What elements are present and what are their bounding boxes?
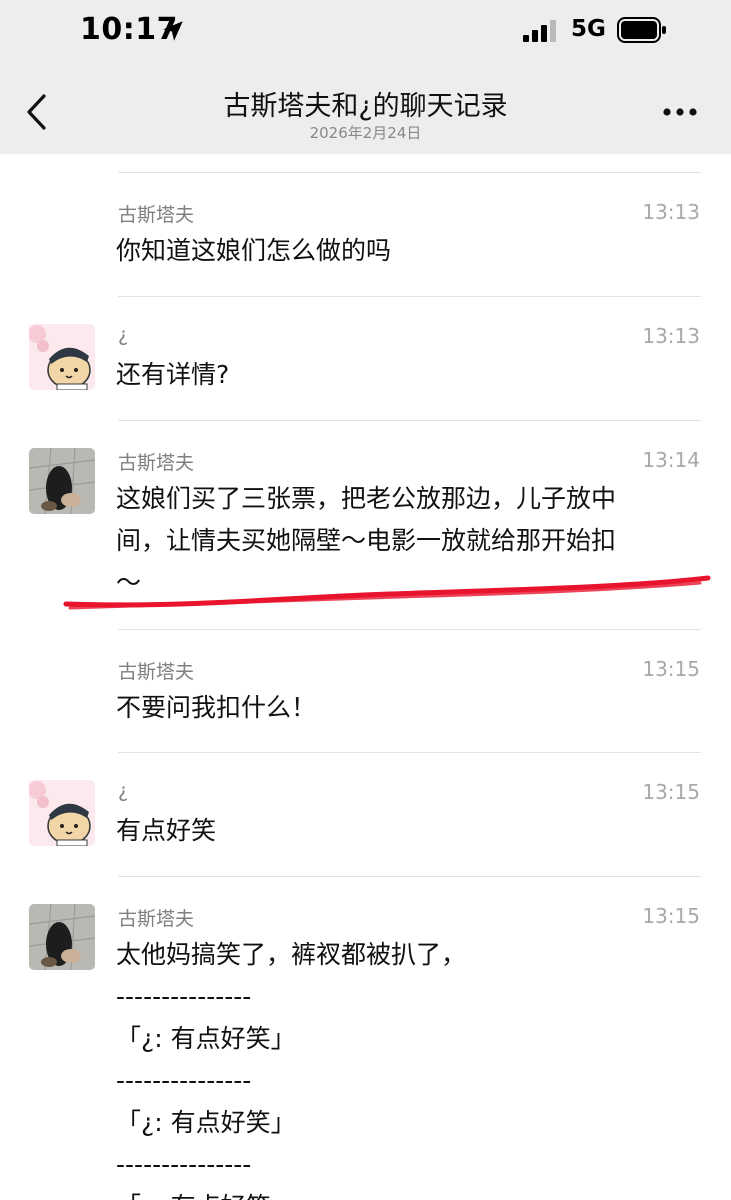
cartoon-dog-avatar[interactable] xyxy=(29,780,95,846)
nav-bar: 古斯塔夫和¿的聊天记录 2026年2月24日 xyxy=(0,62,731,154)
message-text: 有点好笑 xyxy=(116,816,217,845)
sender-name: 古斯塔夫 xyxy=(118,661,195,683)
photo-avatar[interactable] xyxy=(29,904,95,970)
divider xyxy=(118,876,701,877)
more-options-icon[interactable] xyxy=(660,102,700,122)
signal-icon xyxy=(523,20,556,42)
message-text: 不要问我扣什么！ xyxy=(116,693,317,722)
chat-history-list[interactable]: 古斯塔夫 13:13 你知道这娘们怎么做的吗 ¿ 13:13 还有详情? 古斯塔… xyxy=(0,154,731,1200)
sender-name: 古斯塔夫 xyxy=(118,452,195,474)
divider xyxy=(118,172,701,173)
message-time: 13:13 xyxy=(642,324,700,348)
photo-avatar[interactable] xyxy=(29,448,95,514)
sender-name: ¿ xyxy=(118,780,129,802)
page-subtitle-date: 2026年2月24日 xyxy=(309,124,422,142)
sender-name: 古斯塔夫 xyxy=(118,908,195,930)
message-text: 你知道这娘们怎么做的吗 xyxy=(116,236,392,265)
cartoon-dog-avatar[interactable] xyxy=(29,324,95,390)
message-time: 13:15 xyxy=(642,780,700,804)
message-time: 13:15 xyxy=(642,657,700,681)
message-time: 13:14 xyxy=(642,448,700,472)
red-underline-annotation xyxy=(63,575,711,610)
status-bar: 10:17 5G xyxy=(0,0,731,62)
network-type: 5G xyxy=(571,16,606,42)
divider xyxy=(118,296,701,297)
divider xyxy=(118,420,701,421)
message-time: 13:13 xyxy=(642,200,700,224)
page-title: 古斯塔夫和¿的聊天记录 xyxy=(223,91,508,122)
message-text: 太他妈搞笑了，裤衩都被扒了， --------------- 「¿: 有点好笑」… xyxy=(116,940,467,1200)
sender-name: ¿ xyxy=(118,324,129,346)
location-arrow-icon xyxy=(163,21,183,41)
message-text: 还有详情? xyxy=(116,360,230,389)
divider xyxy=(118,629,701,630)
battery-icon xyxy=(617,17,666,43)
sender-name: 古斯塔夫 xyxy=(118,204,195,226)
message-time: 13:15 xyxy=(642,904,700,928)
divider xyxy=(118,752,701,753)
